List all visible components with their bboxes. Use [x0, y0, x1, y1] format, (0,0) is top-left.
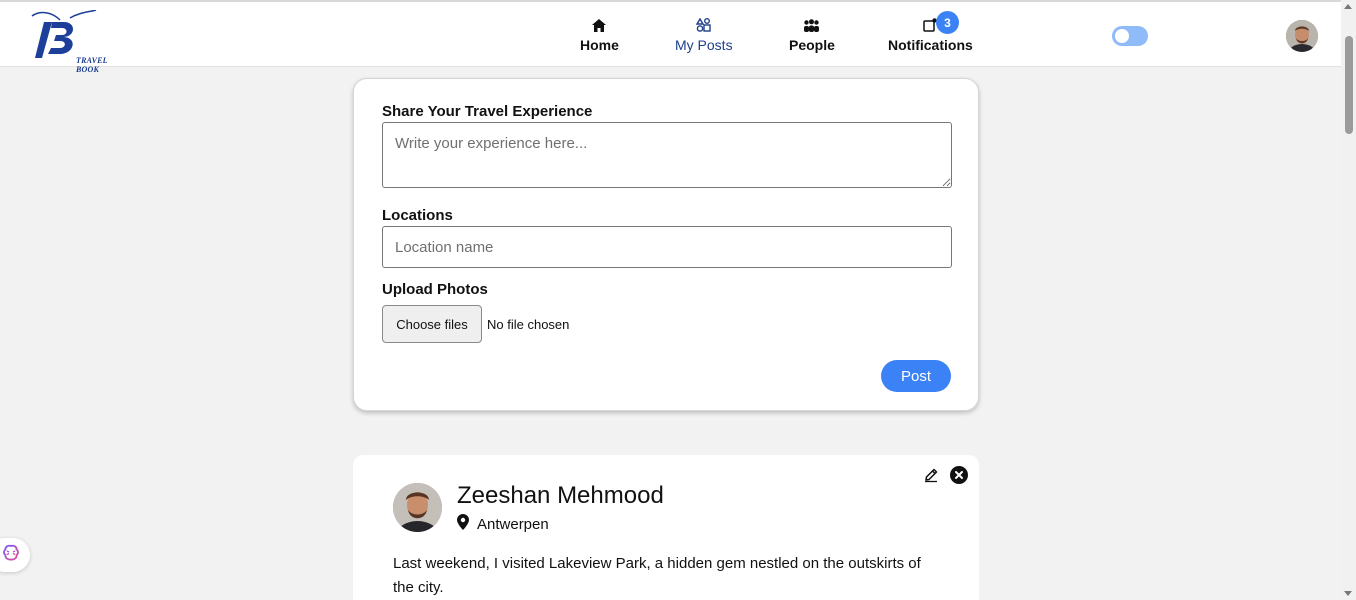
create-post-card: Share Your Travel Experience Locations U…	[353, 78, 979, 411]
location-pin-icon	[457, 514, 469, 534]
post-location-text: Antwerpen	[477, 515, 549, 533]
file-status-text: No file chosen	[487, 317, 570, 332]
upload-photos-label: Upload Photos	[382, 281, 488, 298]
delete-icon[interactable]	[950, 466, 968, 484]
nav-people-label: People	[789, 37, 835, 53]
nav-notifications-label: Notifications	[888, 37, 973, 53]
post-location: Antwerpen	[457, 514, 549, 534]
nav-notifications[interactable]: Notifications	[888, 16, 973, 53]
logo-text: TRAVEL BOOK	[76, 56, 108, 74]
notification-count-badge: 3	[936, 11, 959, 34]
scrollbar-thumb[interactable]	[1345, 36, 1353, 134]
edit-icon[interactable]	[923, 467, 939, 483]
location-input[interactable]	[382, 226, 952, 268]
post-button[interactable]: Post	[881, 360, 951, 392]
nav-my-posts[interactable]: My Posts	[675, 16, 733, 53]
brain-icon	[2, 544, 20, 567]
theme-toggle[interactable]	[1112, 26, 1148, 46]
shapes-icon	[696, 16, 711, 34]
user-avatar[interactable]	[1286, 20, 1318, 52]
post-body-text: Last weekend, I visited Lakeview Park, a…	[393, 555, 921, 596]
floating-assistant-button[interactable]	[0, 538, 30, 572]
experience-label: Share Your Travel Experience	[382, 103, 593, 120]
post-card: Zeeshan Mehmood Antwerpen Last weekend, …	[353, 455, 979, 600]
choose-files-button[interactable]: Choose files	[382, 305, 482, 343]
post-author-avatar[interactable]	[393, 483, 442, 532]
scroll-down-arrow[interactable]	[1344, 591, 1352, 596]
top-navbar: TRAVEL BOOK Home My Posts People Notific…	[0, 0, 1341, 74]
page-scrollbar[interactable]	[1341, 0, 1356, 600]
nav-people[interactable]: People	[789, 16, 835, 53]
nav-home[interactable]: Home	[580, 16, 619, 53]
post-author-name[interactable]: Zeeshan Mehmood	[457, 482, 664, 510]
nav-my-posts-label: My Posts	[675, 37, 733, 53]
home-icon	[592, 16, 607, 34]
nav-home-label: Home	[580, 37, 619, 53]
experience-textarea[interactable]	[382, 122, 952, 188]
scroll-up-arrow[interactable]	[1344, 4, 1352, 9]
travel-book-logo[interactable]: TRAVEL BOOK	[30, 9, 107, 74]
toggle-knob	[1115, 29, 1129, 43]
people-icon	[803, 16, 820, 34]
locations-label: Locations	[382, 207, 453, 224]
